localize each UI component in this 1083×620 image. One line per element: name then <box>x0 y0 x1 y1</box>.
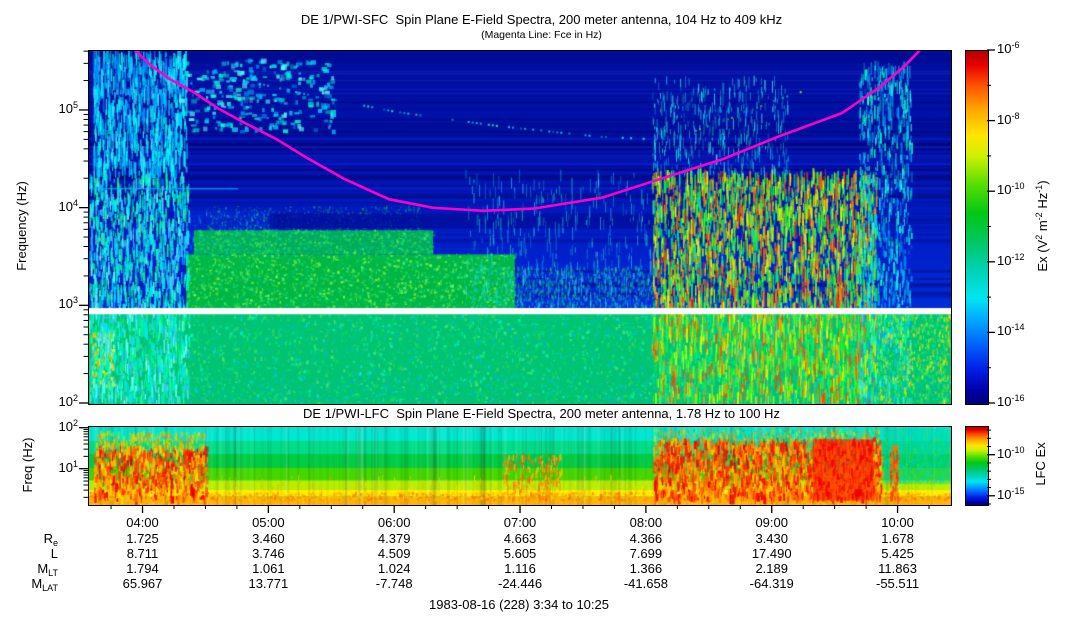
orbit-parameter-value: 5.425 <box>864 546 932 561</box>
sfc-spectrogram-panel <box>88 50 952 405</box>
lfc-y-axis-label: Freq (Hz) <box>20 420 34 510</box>
lfc-colorbar-tick-label: 10-10 <box>997 446 1047 463</box>
x-tick-time-label: 05:00 <box>236 515 300 530</box>
sfc-y-tick-label: 102 <box>38 394 78 411</box>
orbit-parameter-value: 5.605 <box>486 546 554 561</box>
lfc-title: DE 1/PWI-LFC Spin Plane E-Field Spectra,… <box>0 406 1083 421</box>
orbit-parameter-value: -64.319 <box>738 576 806 591</box>
orbit-parameter-value: 3.430 <box>738 531 806 546</box>
orbit-parameter-value: 1.725 <box>109 531 177 546</box>
sfc-y-axis-label: Frequency (Hz) <box>14 146 30 306</box>
lfc-spectrogram-canvas <box>89 427 951 505</box>
orbit-parameter-row-label: L <box>4 546 58 561</box>
x-tick-time-label: 06:00 <box>362 515 426 530</box>
orbit-parameter-value: 4.379 <box>360 531 428 546</box>
sfc-colorbar-tick-label: 10-16 <box>997 394 1047 411</box>
orbit-parameter-row-label: MLAT <box>4 576 58 593</box>
sfc-title: DE 1/PWI-SFC Spin Plane E-Field Spectra,… <box>0 12 1083 27</box>
sfc-colorbar-tick-label: 10-6 <box>997 41 1047 58</box>
orbit-parameter-value: 65.967 <box>109 576 177 591</box>
lfc-colorbar-label: LFC Ex <box>1033 434 1047 494</box>
orbit-parameter-value: 1.794 <box>109 561 177 576</box>
sfc-subtitle: (Magenta Line: Fce in Hz) <box>0 29 1083 41</box>
sfc-colorbar-tick-label: 10-8 <box>997 112 1047 129</box>
lfc-y-tick-label: 101 <box>38 460 78 477</box>
orbit-parameter-value: 2.189 <box>738 561 806 576</box>
sfc-y-tick-label: 105 <box>38 101 78 118</box>
spectrogram-page: DE 1/PWI-SFC Spin Plane E-Field Spectra,… <box>0 0 1083 620</box>
sfc-colorbar-tick-label: 10-10 <box>997 182 1047 199</box>
orbit-parameter-value: 4.366 <box>612 531 680 546</box>
orbit-parameter-value: 13.771 <box>234 576 302 591</box>
lfc-spectrogram-panel <box>88 426 952 506</box>
orbit-parameter-value: 1.366 <box>612 561 680 576</box>
sfc-colorbar <box>965 50 989 405</box>
orbit-parameter-value: -55.511 <box>864 576 932 591</box>
fce-line-overlay <box>89 51 951 404</box>
x-tick-time-label: 09:00 <box>740 515 804 530</box>
orbit-parameter-value: 1.061 <box>234 561 302 576</box>
footer-date-range: 1983-08-16 (228) 3:34 to 10:25 <box>88 597 950 612</box>
orbit-parameter-value: 4.509 <box>360 546 428 561</box>
sfc-colorbar-tick-label: 10-14 <box>997 323 1047 340</box>
orbit-parameter-value: 1.678 <box>864 531 932 546</box>
orbit-parameter-value: -24.446 <box>486 576 554 591</box>
lfc-colorbar-tick-label: 10-15 <box>997 487 1047 504</box>
x-tick-time-label: 10:00 <box>866 515 930 530</box>
orbit-parameter-value: 4.663 <box>486 531 554 546</box>
lfc-colorbar <box>965 426 989 506</box>
sfc-y-tick-label: 103 <box>38 296 78 313</box>
orbit-parameter-value: 11.863 <box>864 561 932 576</box>
orbit-parameter-value: 8.711 <box>109 546 177 561</box>
orbit-parameter-value: 1.116 <box>486 561 554 576</box>
orbit-parameter-value: -7.748 <box>360 576 428 591</box>
sfc-colorbar-tick-label: 10-12 <box>997 253 1047 270</box>
sfc-colorbar-label: Ex (V2 m-2 Hz-1) <box>1035 131 1051 321</box>
lfc-y-tick-label: 102 <box>38 419 78 436</box>
orbit-parameter-value: 17.490 <box>738 546 806 561</box>
orbit-parameter-value: 3.460 <box>234 531 302 546</box>
fce-line <box>135 51 920 211</box>
orbit-parameter-value: 7.699 <box>612 546 680 561</box>
sfc-y-tick-label: 104 <box>38 199 78 216</box>
orbit-parameter-value: 1.024 <box>360 561 428 576</box>
x-tick-time-label: 08:00 <box>614 515 678 530</box>
x-tick-time-label: 04:00 <box>111 515 175 530</box>
orbit-parameter-value: 3.746 <box>234 546 302 561</box>
x-tick-time-label: 07:00 <box>488 515 552 530</box>
orbit-parameter-value: -41.658 <box>612 576 680 591</box>
